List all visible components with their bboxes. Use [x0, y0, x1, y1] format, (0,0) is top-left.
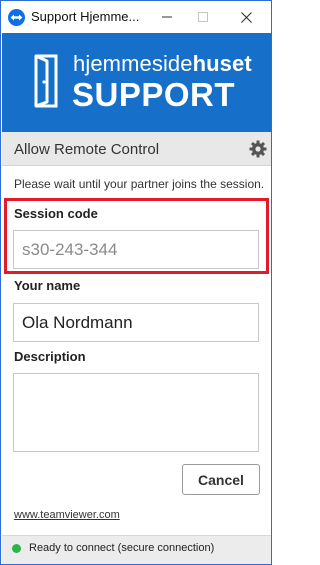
section-header: Allow Remote Control: [2, 132, 271, 166]
close-button[interactable]: [231, 1, 261, 33]
status-indicator-icon: [12, 544, 21, 553]
door-logo-icon: [30, 52, 62, 115]
brand-name: hjemmesidehuset: [73, 51, 252, 76]
description-label: Description: [14, 349, 86, 364]
brand-banner: hjemmesidehuset SUPPORT: [2, 33, 271, 132]
title-bar: Support Hjemme...: [1, 1, 271, 33]
maximize-button: [188, 1, 218, 33]
gear-icon[interactable]: [249, 140, 267, 163]
teamviewer-link[interactable]: www.teamviewer.com: [14, 509, 120, 521]
session-code-field[interactable]: [13, 230, 259, 269]
cancel-button[interactable]: Cancel: [182, 464, 260, 495]
your-name-field[interactable]: [13, 303, 259, 342]
wait-message: Please wait until your partner joins the…: [14, 177, 265, 191]
session-code-label: Session code: [14, 206, 98, 221]
status-bar: Ready to connect (secure connection): [2, 535, 271, 564]
teamviewer-quicksupport-window: Support Hjemme... hjemmesidehuset SUPPOR…: [0, 0, 272, 565]
window-title: Support Hjemme...: [31, 9, 140, 24]
status-text: Ready to connect (secure connection): [29, 542, 215, 554]
description-field[interactable]: [13, 373, 259, 452]
section-title: Allow Remote Control: [14, 141, 160, 158]
minimize-button[interactable]: [152, 1, 182, 33]
brand-support-text: SUPPORT: [72, 76, 236, 113]
your-name-label: Your name: [14, 278, 81, 293]
teamviewer-logo-icon: [8, 9, 25, 26]
